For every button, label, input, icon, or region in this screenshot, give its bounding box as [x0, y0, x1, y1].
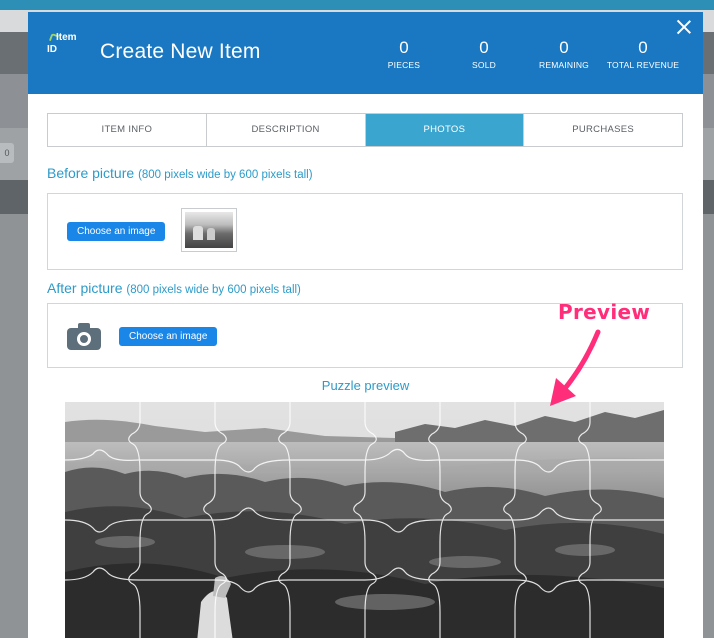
- stat-total-revenue: 0 TOTAL REVENUE: [606, 38, 680, 71]
- tab-bar: ITEM INFO DESCRIPTION PHOTOS PURCHASES: [47, 113, 683, 147]
- annotation-arrow-icon: [550, 329, 601, 406]
- before-choose-image-button[interactable]: Choose an image: [67, 222, 166, 241]
- tab-purchases[interactable]: PURCHASES: [524, 114, 682, 146]
- tab-photos[interactable]: PHOTOS: [365, 114, 525, 146]
- create-item-modal: Item ID Create New Item 0 PIECES 0 SOLD …: [28, 12, 703, 638]
- itemid-logo: Item ID: [47, 32, 77, 55]
- before-picture-thumbnail[interactable]: [181, 208, 237, 252]
- before-picture-box: Choose an image: [47, 193, 683, 270]
- background-topbar: [0, 0, 714, 10]
- stat-pieces: 0 PIECES: [387, 38, 421, 71]
- camera-icon: [67, 322, 101, 350]
- after-choose-image-button[interactable]: Choose an image: [119, 327, 218, 346]
- after-picture-label: After picture (800 pixels wide by 600 pi…: [47, 280, 301, 296]
- background-chip: 0: [0, 143, 14, 163]
- close-icon[interactable]: [675, 18, 693, 36]
- stat-remaining: 0 REMAINING: [539, 38, 589, 71]
- modal-title: Create New Item: [100, 40, 261, 63]
- tab-item-info[interactable]: ITEM INFO: [48, 114, 207, 146]
- puzzle-preview-image: [65, 402, 664, 638]
- tab-description[interactable]: DESCRIPTION: [207, 114, 366, 146]
- modal-header: Item ID Create New Item 0 PIECES 0 SOLD …: [28, 12, 703, 94]
- stat-sold: 0 SOLD: [472, 38, 496, 71]
- before-picture-label: Before picture (800 pixels wide by 600 p…: [47, 165, 313, 181]
- preview-annotation-label: Preview: [558, 300, 651, 324]
